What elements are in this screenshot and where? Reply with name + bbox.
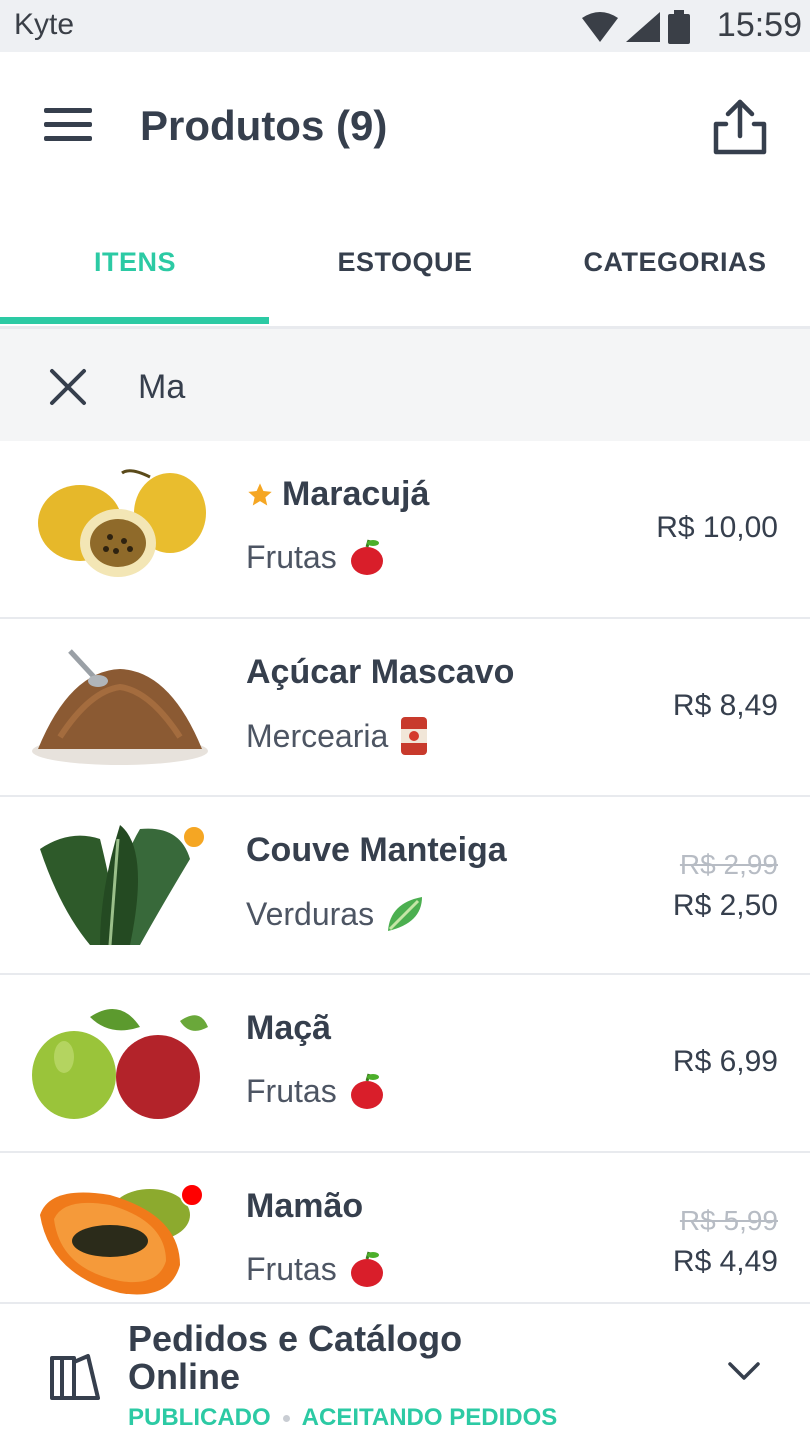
product-row[interactable]: Açúcar Mascavo Mercearia R$ 8,49 (0, 619, 810, 797)
catalog-title: Pedidos e Catálogo Online (128, 1318, 463, 1397)
status-separator-dot (282, 1414, 290, 1422)
product-row[interactable]: Maracujá Frutas R$ 10,00 (0, 441, 810, 619)
product-category: Mercearia (246, 715, 430, 757)
product-category: Frutas (246, 1071, 387, 1111)
product-row[interactable]: Couve Manteiga Verduras R$ 2,99 R$ 2,50 (0, 797, 810, 975)
product-name-text: Maracujá (282, 475, 430, 513)
status-bar: Kyte 15:59 (0, 0, 810, 52)
tab-categorias[interactable]: CATEGORIAS (540, 202, 810, 322)
status-icons (582, 10, 690, 44)
product-category: Frutas (246, 1249, 387, 1289)
product-price: R$ 6,99 (672, 1045, 778, 1078)
product-list: Maracujá Frutas R$ 10,00 Açúcar Mascavo … (0, 441, 810, 1329)
brown-sugar-image (32, 649, 208, 765)
product-category-text: Mercearia (246, 717, 389, 754)
status-app-label: Kyte (14, 8, 75, 41)
menu-icon-line (44, 122, 92, 127)
product-price: R$ 10,00 (656, 511, 778, 544)
product-price: R$ 8,49 (672, 689, 778, 722)
chevron-down-icon[interactable] (726, 1360, 762, 1384)
product-name: Couve Manteiga (246, 831, 507, 870)
apples-image (32, 1009, 208, 1119)
product-price: R$ 2,50 (672, 889, 778, 922)
low-stock-dot (182, 825, 206, 849)
search-input[interactable] (138, 359, 758, 415)
catalog-status: PUBLICADO ACEITANDO PEDIDOS (128, 1404, 557, 1432)
lettuce-icon (388, 897, 423, 931)
product-name-text: Couve Manteiga (246, 831, 507, 869)
catalog-book-icon (50, 1354, 100, 1400)
product-category: Frutas (246, 537, 387, 577)
share-button[interactable] (708, 96, 772, 160)
product-name-text: Maçã (246, 1009, 332, 1047)
product-old-price: R$ 5,99 (679, 1205, 778, 1236)
tab-indicator (0, 317, 269, 324)
apple-icon (350, 539, 383, 575)
menu-button[interactable] (40, 104, 96, 144)
product-name: Maracujá (246, 475, 429, 514)
share-icon (713, 99, 767, 155)
accepting-orders-status: ACEITANDO PEDIDOS (301, 1404, 558, 1431)
product-category-text: Frutas (246, 1072, 337, 1109)
app-bar: Produtos (9) (0, 52, 810, 202)
tab-bar: ITENS ESTOQUE CATEGORIAS (0, 202, 810, 329)
menu-icon-line (44, 136, 92, 141)
menu-icon (44, 108, 92, 113)
wifi-icon (582, 12, 618, 42)
product-category-text: Frutas (246, 538, 337, 575)
product-name: Açúcar Mascavo (246, 653, 514, 692)
product-price: R$ 4,49 (672, 1245, 778, 1278)
tab-estoque[interactable]: ESTOQUE (270, 202, 540, 322)
product-old-price: R$ 2,99 (679, 849, 778, 880)
battery-icon (668, 10, 690, 44)
product-category-text: Frutas (246, 1250, 337, 1287)
passion-fruit-image (38, 469, 206, 577)
tab-itens[interactable]: ITENS (0, 202, 270, 322)
can-icon (401, 717, 428, 755)
product-name-text: Açúcar Mascavo (246, 653, 515, 691)
product-name: Mamão (246, 1187, 363, 1226)
page-title: Produtos (9) (140, 102, 388, 149)
product-name-text: Mamão (246, 1187, 364, 1225)
published-status: PUBLICADO (128, 1404, 271, 1431)
product-name: Maçã (246, 1009, 331, 1048)
signal-icon (626, 12, 660, 42)
star-icon (248, 482, 272, 505)
product-category-text: Verduras (246, 895, 375, 932)
status-time: 15:59 (716, 6, 802, 44)
product-row[interactable]: Maçã Frutas R$ 6,99 (0, 975, 810, 1153)
out-of-stock-dot (180, 1183, 204, 1207)
search-bar (0, 329, 810, 441)
apple-icon (350, 1073, 383, 1109)
online-catalog-panel[interactable]: Pedidos e Catálogo Online PUBLICADO ACEI… (0, 1302, 810, 1442)
clear-search-button[interactable] (46, 365, 90, 409)
close-icon (50, 369, 86, 405)
apple-icon (350, 1251, 383, 1287)
product-category: Verduras (246, 893, 426, 935)
